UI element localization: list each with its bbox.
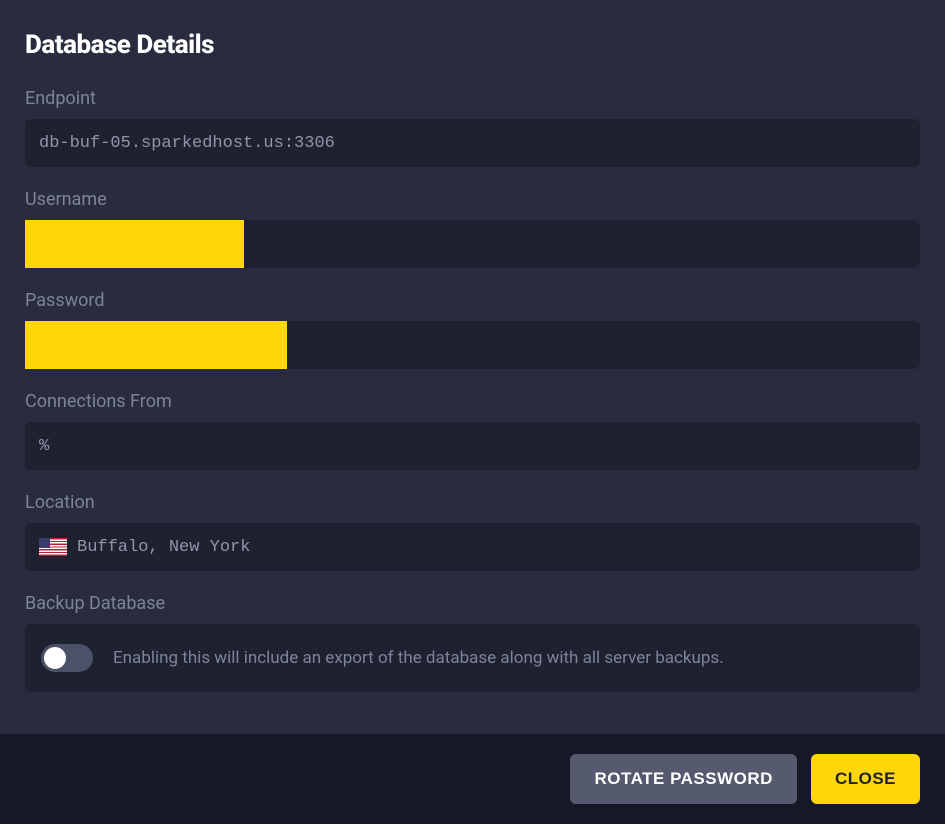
password-label: Password	[25, 290, 920, 311]
backup-label: Backup Database	[25, 593, 920, 614]
modal-content: Database Details Endpoint db-buf-05.spar…	[0, 0, 945, 734]
connections-field-group: Connections From %	[25, 391, 920, 470]
toggle-knob	[44, 647, 66, 669]
endpoint-label: Endpoint	[25, 88, 920, 109]
backup-toggle[interactable]	[41, 644, 93, 672]
location-value[interactable]: Buffalo, New York	[25, 523, 920, 571]
location-label: Location	[25, 492, 920, 513]
connections-label: Connections From	[25, 391, 920, 412]
location-field-group: Location Buffalo, New York	[25, 492, 920, 571]
modal-title: Database Details	[25, 30, 920, 60]
us-flag-icon	[39, 538, 67, 556]
rotate-password-button[interactable]: ROTATE PASSWORD	[570, 754, 796, 804]
password-redacted	[25, 321, 287, 369]
location-text: Buffalo, New York	[77, 538, 250, 557]
username-label: Username	[25, 189, 920, 210]
endpoint-value[interactable]: db-buf-05.sparkedhost.us:3306	[25, 119, 920, 167]
password-field-group: Password	[25, 290, 920, 369]
username-field-group: Username	[25, 189, 920, 268]
backup-field: Enabling this will include an export of …	[25, 624, 920, 692]
backup-field-group: Backup Database Enabling this will inclu…	[25, 593, 920, 692]
close-button[interactable]: CLOSE	[811, 754, 920, 804]
endpoint-field-group: Endpoint db-buf-05.sparkedhost.us:3306	[25, 88, 920, 167]
modal-footer: ROTATE PASSWORD CLOSE	[0, 734, 945, 824]
backup-description: Enabling this will include an export of …	[113, 648, 724, 668]
connections-value[interactable]: %	[25, 422, 920, 470]
username-value[interactable]	[25, 220, 920, 268]
username-redacted	[25, 220, 244, 268]
endpoint-text: db-buf-05.sparkedhost.us:3306	[39, 134, 335, 153]
password-value[interactable]	[25, 321, 920, 369]
connections-text: %	[39, 437, 49, 456]
